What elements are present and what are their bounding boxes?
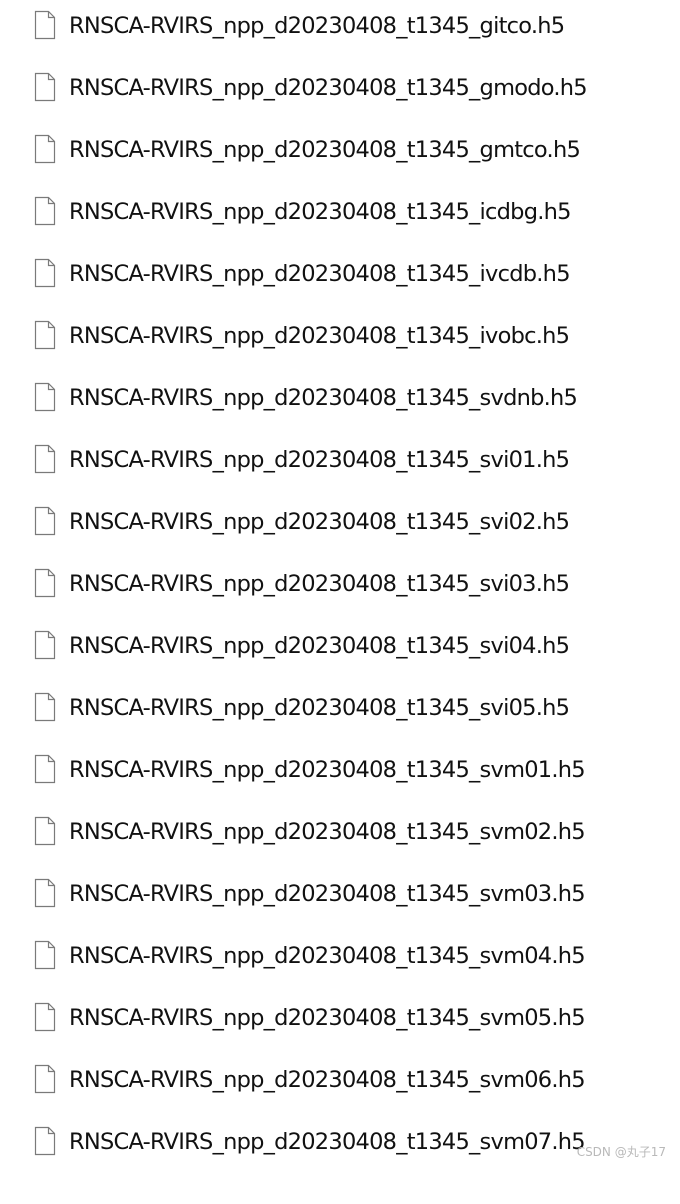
file-name: RNSCA-RVIRS_npp_d20230408_t1345_svi03.h5 [69, 571, 570, 597]
file-name: RNSCA-RVIRS_npp_d20230408_t1345_svm05.h5 [69, 1005, 586, 1031]
document-icon [33, 568, 57, 598]
document-icon [33, 506, 57, 536]
document-icon [33, 630, 57, 660]
document-icon [33, 258, 57, 288]
document-icon [33, 1002, 57, 1032]
document-icon [33, 1126, 57, 1156]
file-name: RNSCA-RVIRS_npp_d20230408_t1345_icdbg.h5 [69, 199, 571, 225]
file-name: RNSCA-RVIRS_npp_d20230408_t1345_svi01.h5 [69, 447, 570, 473]
document-icon [33, 692, 57, 722]
document-icon [33, 72, 57, 102]
document-icon [33, 816, 57, 846]
document-icon [33, 878, 57, 908]
file-name: RNSCA-RVIRS_npp_d20230408_t1345_svm04.h5 [69, 943, 586, 969]
document-icon [33, 134, 57, 164]
file-name: RNSCA-RVIRS_npp_d20230408_t1345_gmtco.h5 [69, 137, 581, 163]
file-name: RNSCA-RVIRS_npp_d20230408_t1345_svi02.h5 [69, 509, 570, 535]
file-name: RNSCA-RVIRS_npp_d20230408_t1345_svm03.h5 [69, 881, 586, 907]
watermark: CSDN @丸子17 [576, 1145, 666, 1159]
document-icon [33, 1064, 57, 1094]
file-name: RNSCA-RVIRS_npp_d20230408_t1345_svm02.h5 [69, 819, 586, 845]
file-name: RNSCA-RVIRS_npp_d20230408_t1345_svm01.h5 [69, 757, 586, 783]
document-icon [33, 382, 57, 412]
document-icon [33, 444, 57, 474]
file-name: RNSCA-RVIRS_npp_d20230408_t1345_svi05.h5 [69, 695, 570, 721]
file-name: RNSCA-RVIRS_npp_d20230408_t1345_gmodo.h5 [69, 75, 588, 101]
document-icon [33, 940, 57, 970]
document-icon [33, 10, 57, 40]
file-name: RNSCA-RVIRS_npp_d20230408_t1345_svi04.h5 [69, 633, 570, 659]
file-name: RNSCA-RVIRS_npp_d20230408_t1345_ivcdb.h5 [69, 261, 571, 287]
file-name: RNSCA-RVIRS_npp_d20230408_t1345_svm06.h5 [69, 1067, 586, 1093]
file-name: RNSCA-RVIRS_npp_d20230408_t1345_ivobc.h5 [69, 323, 570, 349]
file-name: RNSCA-RVIRS_npp_d20230408_t1345_gitco.h5 [69, 13, 565, 39]
document-icon [33, 754, 57, 784]
document-icon [33, 320, 57, 350]
file-name: RNSCA-RVIRS_npp_d20230408_t1345_svm07.h5 [69, 1129, 586, 1155]
file-name: RNSCA-RVIRS_npp_d20230408_t1345_svdnb.h5 [69, 385, 578, 411]
document-icon [33, 196, 57, 226]
